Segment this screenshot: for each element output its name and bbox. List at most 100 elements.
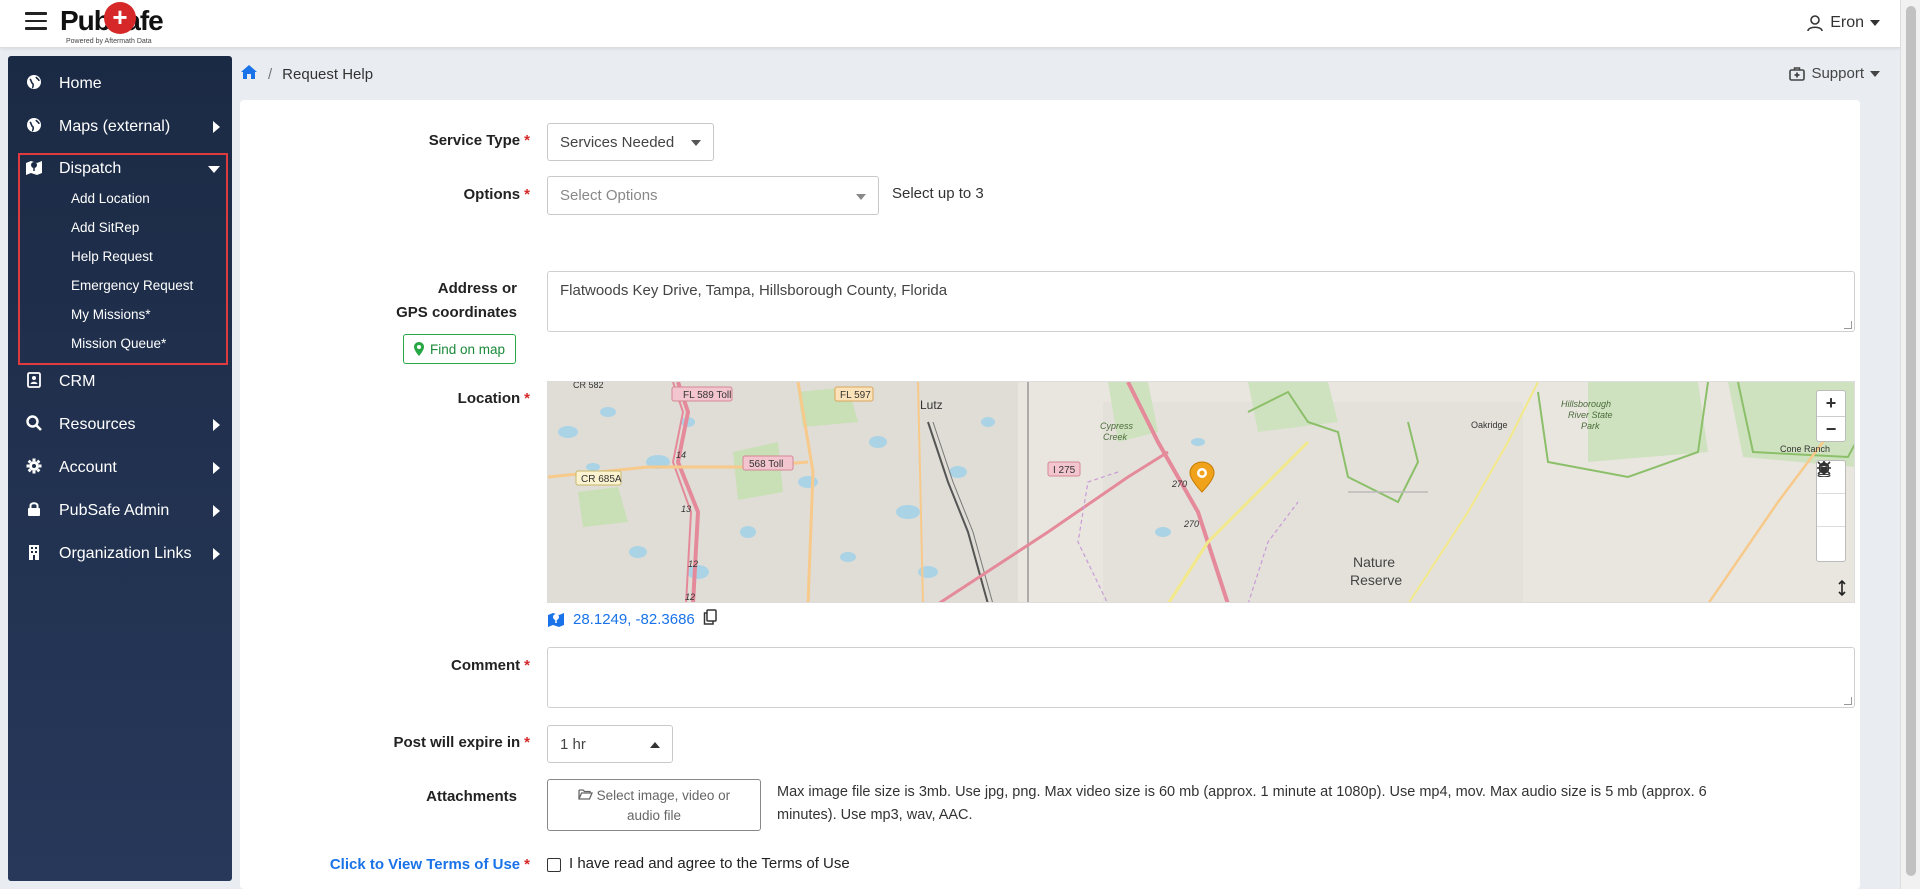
search-icon xyxy=(24,414,44,436)
hamburger-menu-icon[interactable] xyxy=(25,12,47,30)
user-menu[interactable]: Eron xyxy=(1806,14,1880,32)
map-label-fl589: FL 589 Toll xyxy=(683,390,731,401)
logo-cross-icon: + xyxy=(104,2,136,34)
sidebar-item-label: CRM xyxy=(59,373,96,390)
terms-checkbox[interactable] xyxy=(547,858,561,872)
sidebar-item-account[interactable]: Account xyxy=(8,448,232,488)
breadcrumb-separator: / xyxy=(268,66,273,83)
map-label-12a: 12 xyxy=(688,559,698,569)
globe-icon xyxy=(24,74,44,95)
map-label-cone-ranch: Cone Ranch xyxy=(1780,444,1830,454)
sidebar-item-label: PubSafe Admin xyxy=(59,502,170,519)
address-input[interactable]: Flatwoods Key Drive, Tampa, Hillsborough… xyxy=(547,271,1855,332)
comment-input[interactable] xyxy=(547,647,1855,708)
sidebar-item-label: Maps (external) xyxy=(59,118,171,135)
chevron-down-icon xyxy=(1870,70,1880,77)
sidebar-item-label: Organization Links xyxy=(59,545,192,562)
options-placeholder: Select Options xyxy=(560,187,658,204)
sidebar-item-resources[interactable]: Resources xyxy=(8,405,232,445)
sidebar-item-home[interactable]: Home xyxy=(8,64,232,104)
lock-icon xyxy=(24,501,44,522)
attachments-label: Attachments xyxy=(426,788,517,805)
map-tiles: FL 589 Toll FL 597 Lutz Cypress Creek Hi… xyxy=(548,382,1854,602)
sidebar-item-crm[interactable]: CRM xyxy=(8,362,232,402)
caret-right-icon xyxy=(213,548,220,560)
sidebar-item-maps-external[interactable]: Maps (external) xyxy=(8,107,232,147)
service-type-value: Services Needed xyxy=(560,133,675,151)
zoom-in-button[interactable]: + xyxy=(1817,391,1845,417)
resize-handle[interactable] xyxy=(1844,321,1852,329)
expire-value: 1 hr xyxy=(560,735,586,753)
home-icon[interactable] xyxy=(240,64,258,85)
attachment-help-text: Max image file size is 3mb. Use jpg, png… xyxy=(777,784,1707,823)
select-attachment-button[interactable]: Select image, video or audio file xyxy=(547,779,761,831)
folder-open-icon xyxy=(578,788,597,803)
copy-icon[interactable] xyxy=(703,609,717,629)
crosshairs-icon[interactable] xyxy=(1817,461,1845,560)
options-hint: Select up to 3 xyxy=(892,185,984,202)
page-scrollbar[interactable] xyxy=(1900,0,1920,889)
map-label-cypress: Cypress xyxy=(1100,421,1134,431)
address-book-icon xyxy=(24,371,44,393)
sidebar-item-dispatch[interactable]: Dispatch xyxy=(8,149,232,189)
map-pin-icon xyxy=(413,342,424,356)
street-view-icon[interactable] xyxy=(1817,461,1845,527)
map-label-river-state: River State xyxy=(1568,410,1613,420)
map-label-creek: Creek xyxy=(1103,432,1128,442)
scrollbar-thumb[interactable] xyxy=(1906,6,1916,876)
resize-handle[interactable] xyxy=(1844,697,1852,705)
map-label-oakridge: Oakridge xyxy=(1471,420,1508,430)
dispatch-sub-add-location[interactable]: Add Location xyxy=(71,191,150,206)
address-value: Flatwoods Key Drive, Tampa, Hillsborough… xyxy=(560,282,948,299)
terms-of-use-link[interactable]: Click to View Terms of Use xyxy=(330,856,520,873)
find-on-map-label: Find on map xyxy=(429,341,506,357)
map-marker-icon xyxy=(24,159,44,180)
caret-down-icon xyxy=(691,140,701,146)
options-label: Options * xyxy=(463,186,530,203)
globe-icon xyxy=(24,117,44,138)
service-type-select[interactable]: Services Needed xyxy=(547,123,714,161)
sidebar-item-pubsafe-admin[interactable]: PubSafe Admin xyxy=(8,491,232,531)
map-label-nature: Nature xyxy=(1353,554,1395,570)
dispatch-sub-emergency-request[interactable]: Emergency Request xyxy=(71,278,193,293)
user-icon xyxy=(1807,15,1824,32)
support-label: Support xyxy=(1811,65,1864,82)
sidebar-item-organization-links[interactable]: Organization Links xyxy=(8,534,232,574)
service-type-label: Service Type * xyxy=(428,132,530,149)
terms-checkbox-label[interactable]: I have read and agree to the Terms of Us… xyxy=(569,855,850,872)
map-label-hillsborough: Hillsborough xyxy=(1561,399,1611,409)
dispatch-sub-help-request[interactable]: Help Request xyxy=(71,249,153,264)
map-label-13: 13 xyxy=(681,504,691,514)
map-label-reserve: Reserve xyxy=(1350,572,1402,588)
dispatch-sub-add-sitrep[interactable]: Add SitRep xyxy=(71,220,139,235)
expire-select[interactable]: 1 hr xyxy=(547,725,673,763)
coordinates-link[interactable]: 28.1249, -82.3686 xyxy=(573,611,695,628)
coordinates-row: 28.1249, -82.3686 xyxy=(547,609,717,629)
comment-label: Comment * xyxy=(450,657,530,674)
caret-right-icon xyxy=(213,419,220,431)
map-label-12b: 12 xyxy=(685,592,695,602)
dispatch-sub-mission-queue[interactable]: Mission Queue* xyxy=(71,336,166,351)
options-select[interactable]: Select Options xyxy=(547,176,879,215)
caret-right-icon xyxy=(213,121,220,133)
map-label-fl597: FL 597 xyxy=(840,390,871,401)
first-aid-kit-icon xyxy=(1789,66,1806,81)
caret-right-icon xyxy=(213,505,220,517)
location-map[interactable]: FL 589 Toll FL 597 Lutz Cypress Creek Hi… xyxy=(547,381,1855,603)
zoom-out-button[interactable]: − xyxy=(1817,417,1845,442)
dispatch-sub-my-missions[interactable]: My Missions* xyxy=(71,307,151,322)
sidebar-item-label: Dispatch xyxy=(59,160,122,177)
caret-right-icon xyxy=(213,462,220,474)
map-label-park: Park xyxy=(1581,421,1600,431)
map-marker-icon xyxy=(548,613,564,627)
breadcrumb-current: Request Help xyxy=(282,66,374,83)
chevron-down-icon xyxy=(1870,20,1880,26)
pubsafe-logo[interactable]: Pub+afe + Powered by Aftermath Data xyxy=(58,2,178,46)
map-label-270a: 270 xyxy=(1171,479,1187,489)
attachment-button-line1: Select image, video or xyxy=(596,788,731,803)
building-icon xyxy=(24,544,44,565)
support-menu[interactable]: Support xyxy=(1789,65,1880,82)
top-navbar: Pub+afe + Powered by Aftermath Data Eron xyxy=(0,0,1900,48)
map-label-568-toll: 568 Toll xyxy=(749,459,783,470)
find-on-map-button[interactable]: Find on map xyxy=(403,334,516,364)
